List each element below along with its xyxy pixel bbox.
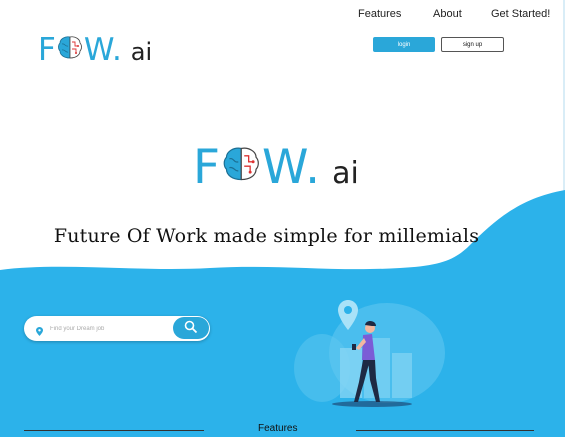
job-search-bar: [24, 316, 210, 341]
hero-logo-letter-f: F: [193, 140, 223, 195]
hero-logo-suffix: ai: [332, 156, 359, 191]
nav-about[interactable]: About: [433, 8, 462, 20]
hero-wave-background: [0, 190, 565, 437]
login-button[interactable]: login: [373, 37, 435, 52]
hero-logo: F W. ai: [193, 140, 359, 195]
logo-letters-w: W.: [83, 32, 123, 68]
header-logo[interactable]: F W. ai: [38, 32, 152, 68]
features-divider-right: [356, 430, 534, 431]
nav-features[interactable]: Features: [358, 8, 401, 20]
logo-suffix: ai: [130, 38, 153, 66]
location-pin-icon: [36, 323, 43, 341]
features-section-title: Features: [258, 423, 298, 434]
hero-tagline: Future Of Work made simple for millemial…: [53, 225, 480, 247]
signup-button[interactable]: sign up: [441, 37, 504, 52]
hero-brain-icon: [222, 145, 262, 188]
brain-icon: [57, 35, 84, 65]
hero-logo-letters-w: W.: [262, 140, 323, 195]
features-divider-left: [24, 430, 204, 431]
woman-walking-illustration: [294, 300, 445, 407]
search-icon: [184, 320, 198, 333]
nav-get-started[interactable]: Get Started!: [491, 8, 550, 20]
logo-letter-f: F: [38, 32, 57, 68]
search-button[interactable]: [173, 317, 209, 339]
job-search-input[interactable]: [50, 321, 170, 336]
